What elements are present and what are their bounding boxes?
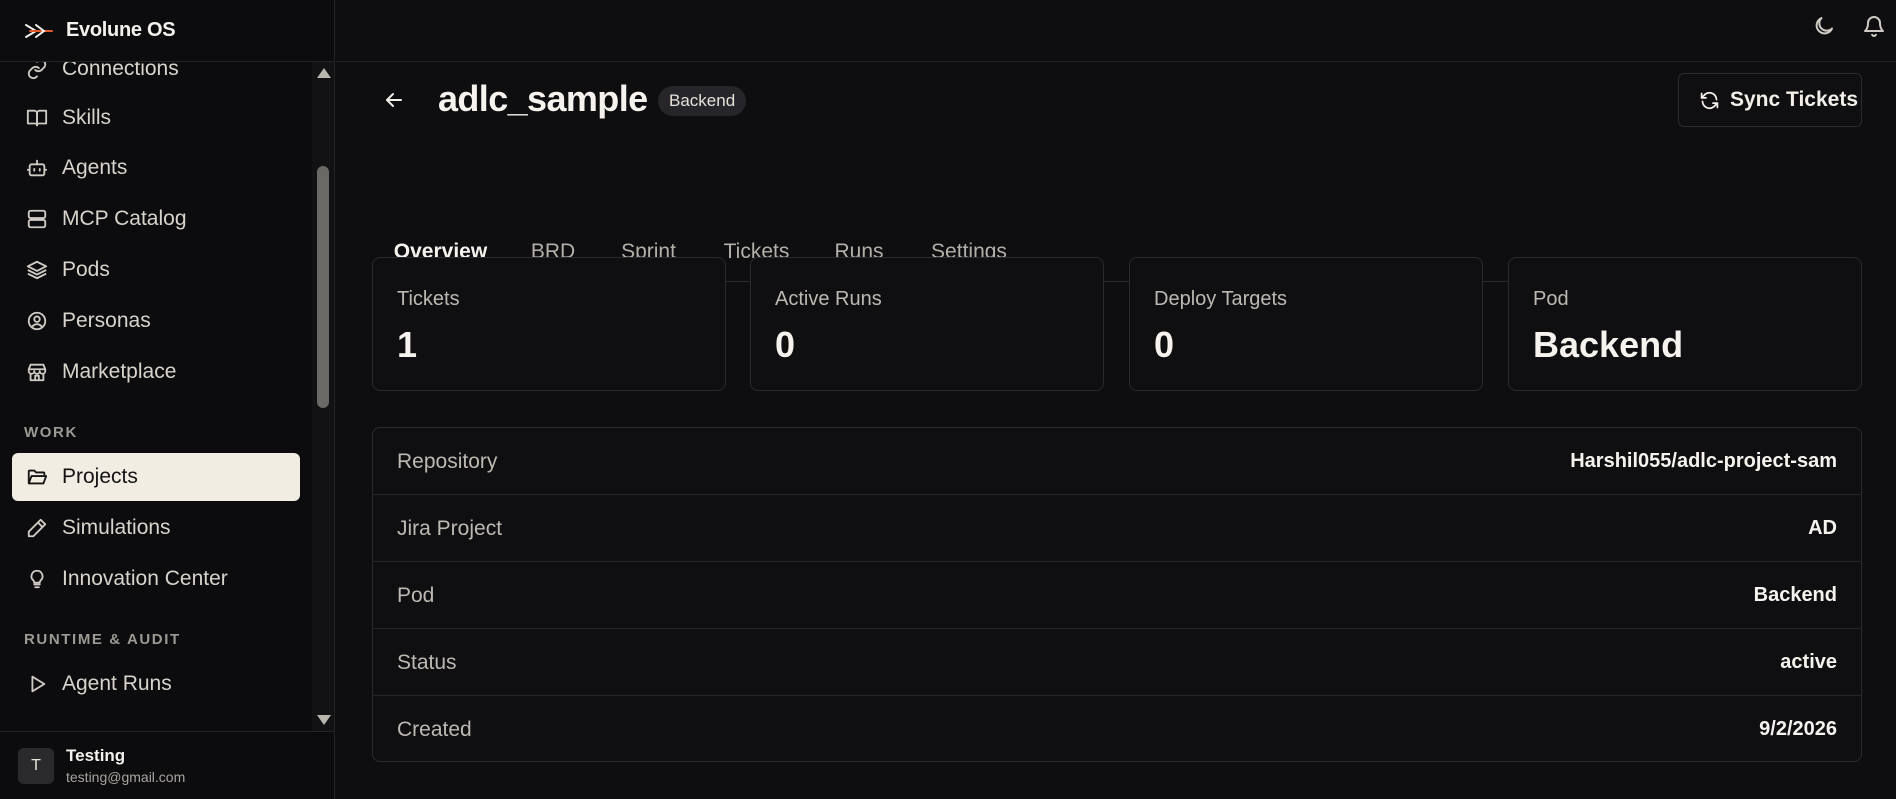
detail-label: Repository [397, 450, 498, 473]
sync-tickets-label: Sync Tickets [1730, 88, 1859, 111]
stat-label: Active Runs [775, 288, 882, 310]
detail-row-jira-project: Jira Project AD [373, 495, 1861, 562]
detail-value: Backend [1753, 584, 1837, 606]
sidebar-item-skills[interactable]: Skills [12, 94, 300, 142]
stat-label: Tickets [397, 288, 460, 310]
stat-card-tickets: Tickets 1 [372, 257, 726, 391]
play-icon [31, 675, 46, 693]
user-circle-icon [27, 311, 47, 331]
detail-value: Harshil055/adlc-project-sam [1570, 450, 1837, 472]
detail-value: active [1780, 651, 1837, 673]
detail-label: Pod [397, 584, 435, 607]
sidebar-item-mcp-catalog[interactable]: MCP Catalog [12, 195, 300, 243]
layers-icon [26, 260, 48, 280]
detail-label: Status [397, 651, 457, 674]
store-icon [27, 363, 47, 382]
refresh-icon [1700, 91, 1719, 109]
detail-label: Jira Project [397, 517, 503, 540]
page-title: adlc_sample [438, 78, 648, 119]
scrollbar-thumb[interactable] [317, 166, 329, 408]
section-label-work: WORK [24, 424, 78, 441]
stat-card-deploy-targets: Deploy Targets 0 [1129, 257, 1483, 391]
stat-card-pod: Pod Backend [1508, 257, 1862, 391]
bell-icon[interactable] [1862, 14, 1886, 38]
folder-open-icon [27, 469, 48, 485]
scroll-down-arrow-icon[interactable] [317, 715, 331, 725]
pencil-icon [27, 518, 47, 538]
server-icon [27, 209, 47, 229]
topbar [336, 0, 1896, 62]
sidebar-item-connections[interactable]: Connections [12, 62, 300, 93]
detail-label: Created [397, 718, 472, 741]
detail-row-repository: Repository Harshil055/adlc-project-sam [373, 428, 1861, 495]
sidebar-item-label: Skills [62, 106, 112, 129]
sync-tickets-button[interactable]: Sync Tickets [1678, 73, 1862, 127]
back-arrow-icon[interactable] [382, 88, 406, 112]
stat-card-active-runs: Active Runs 0 [750, 257, 1104, 391]
project-details-table: Repository Harshil055/adlc-project-sam J… [372, 427, 1862, 762]
stat-label: Deploy Targets [1154, 288, 1288, 310]
app-name: Evolune OS [66, 19, 176, 41]
user-name: Testing [66, 746, 126, 765]
stat-value: Backend [1533, 324, 1684, 365]
detail-value: AD [1808, 517, 1837, 539]
app-root: Evolune OS Connections Skills Agents MCP… [0, 0, 1896, 799]
sidebar-item-agent-runs[interactable]: Agent Runs [12, 660, 300, 708]
sidebar-item-label: Pods [62, 258, 110, 281]
sidebar-scrollbar[interactable] [312, 62, 334, 731]
sidebar-item-label: Marketplace [62, 360, 177, 383]
sidebar-item-label: MCP Catalog [62, 207, 187, 230]
detail-row-status: Status active [373, 629, 1861, 696]
sidebar-item-agents[interactable]: Agents [12, 144, 300, 192]
stat-label: Pod [1533, 288, 1569, 310]
stat-value: 0 [1154, 324, 1175, 365]
sidebar-item-label: Simulations [62, 516, 171, 539]
link-icon [27, 62, 47, 80]
sidebar-item-innovation-center[interactable]: Innovation Center [12, 555, 300, 603]
user-profile[interactable]: T Testing testing@gmail.com [0, 731, 335, 799]
scroll-up-arrow-icon[interactable] [317, 68, 331, 78]
avatar: T [18, 747, 54, 784]
sidebar-item-label: Agent Runs [62, 672, 172, 695]
stat-value: 1 [397, 324, 418, 365]
main-content: adlc_sample Backend Sync Tickets Overvie… [336, 62, 1896, 799]
logo-icon [25, 23, 53, 38]
bot-icon [26, 159, 48, 177]
sidebar-item-pods[interactable]: Pods [12, 246, 300, 294]
sidebar-item-marketplace[interactable]: Marketplace [12, 348, 300, 396]
sidebar: Evolune OS Connections Skills Agents MCP… [0, 0, 335, 799]
section-label-runtime: RUNTIME & AUDIT [24, 631, 181, 648]
stat-value: 0 [775, 324, 796, 365]
sidebar-nav: Connections Skills Agents MCP Catalog Po… [0, 62, 312, 731]
sidebar-item-label: Projects [62, 465, 138, 488]
sidebar-item-label: Connections [62, 62, 179, 80]
sidebar-item-projects[interactable]: Projects [12, 453, 300, 501]
user-email: testing@gmail.com [66, 769, 186, 785]
moon-icon[interactable] [1812, 14, 1836, 38]
sidebar-item-label: Agents [62, 156, 128, 179]
brand[interactable]: Evolune OS [0, 0, 335, 62]
pod-badge: Backend [658, 86, 747, 116]
book-icon [26, 109, 48, 127]
detail-row-created: Created 9/2/2026 [373, 696, 1861, 761]
sidebar-item-simulations[interactable]: Simulations [12, 504, 300, 552]
sidebar-item-label: Personas [62, 309, 151, 332]
detail-row-pod: Pod Backend [373, 562, 1861, 629]
sidebar-item-personas[interactable]: Personas [12, 297, 300, 345]
lightbulb-icon [30, 569, 44, 589]
detail-value: 9/2/2026 [1759, 718, 1837, 740]
sidebar-item-label: Innovation Center [62, 567, 228, 590]
user-info: Testing testing@gmail.com [66, 746, 185, 785]
